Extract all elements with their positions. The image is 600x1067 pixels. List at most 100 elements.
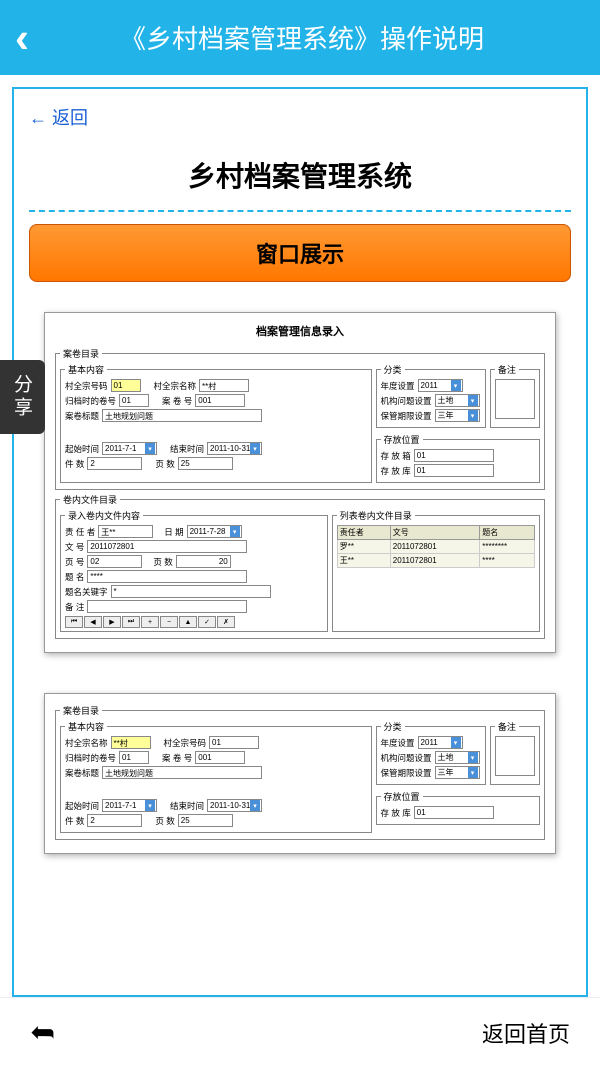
name-input[interactable]: **** — [87, 570, 247, 583]
legend-input-file: 录入卷内文件内容 — [65, 509, 143, 522]
home-link[interactable]: 返回首页 — [482, 1017, 570, 1049]
start-label-2: 起始时间 — [65, 800, 99, 812]
end-date-select[interactable]: 2011-10-31 — [207, 442, 262, 455]
nav-next-icon[interactable]: ▶ — [103, 616, 121, 628]
store-input-2[interactable]: 01 — [414, 806, 494, 819]
form-title: 档案管理信息录入 — [55, 323, 545, 339]
resp-input[interactable]: 王** — [98, 525, 153, 538]
name-label: 题 名 — [65, 571, 84, 583]
term-label: 保管期限设置 — [381, 410, 432, 422]
legend-catalog-2: 案卷目录 — [60, 704, 102, 717]
legend-list: 列表卷内文件目录 — [337, 509, 415, 522]
nav-cancel-icon[interactable]: ✗ — [217, 616, 235, 628]
fieldset-remark: 备注 — [490, 363, 540, 428]
back-link[interactable]: ← 返回 — [29, 104, 571, 130]
fieldset-filelist: 卷内文件目录 录入卷内文件内容 责 任 者王** 日 期 2011-7-28 文 号… — [55, 493, 545, 639]
file-no-input-2[interactable]: 001 — [195, 751, 245, 764]
remark-textarea[interactable] — [495, 379, 535, 419]
count-label: 件 数 — [65, 458, 84, 470]
fieldset-catalog-2: 案卷目录 基本内容 村全宗名称 **村 村全宗号码 01 归档时的卷号 01 案… — [55, 704, 545, 840]
doc-label: 文 号 — [65, 541, 84, 553]
legend-storage-2: 存放位置 — [381, 790, 423, 803]
date-select[interactable]: 2011-7-28 — [187, 525, 242, 538]
file-no-label: 案 卷 号 — [162, 395, 192, 407]
legend-category-2: 分类 — [381, 720, 405, 733]
file-no-label-2: 案 卷 号 — [162, 752, 192, 764]
table-row[interactable]: 王**2011072801**** — [337, 554, 534, 568]
pgcnt-label: 页 数 — [153, 556, 172, 568]
store-input[interactable]: 01 — [414, 464, 494, 477]
start-label: 起始时间 — [65, 443, 99, 455]
pgno-label: 页 号 — [65, 556, 84, 568]
nav-first-icon[interactable]: ⏮ — [65, 616, 83, 628]
start-date-select-2[interactable]: 2011-7-1 — [102, 799, 157, 812]
pages-input[interactable]: 25 — [178, 457, 233, 470]
org-select[interactable]: 土地 — [435, 394, 480, 407]
table-header-row: 责任者文号题名 — [337, 526, 534, 540]
start-date-select[interactable]: 2011-7-1 — [102, 442, 157, 455]
end-date-select-2[interactable]: 2011-10-31 — [207, 799, 262, 812]
date-label: 日 期 — [164, 526, 183, 538]
count-input[interactable]: 2 — [87, 457, 142, 470]
village-code-input[interactable]: 01 — [111, 379, 141, 392]
term-select[interactable]: 三年 — [435, 409, 480, 422]
fieldset-basic: 基本内容 村全宗号码 01 村全宗名称 **村 归档时的卷号 01 案 卷 号 … — [60, 363, 372, 483]
nav-edit-icon[interactable]: ▲ — [179, 616, 197, 628]
reply-icon[interactable]: ➦ — [30, 1015, 55, 1050]
nav-prev-icon[interactable]: ◀ — [84, 616, 102, 628]
village-name-input[interactable]: **村 — [199, 379, 249, 392]
fieldset-storage: 存放位置 存 放 箱01 存 放 库01 — [376, 433, 540, 483]
pgno-input[interactable]: 02 — [87, 555, 142, 568]
archive-no-label-2: 归档时的卷号 — [65, 752, 116, 764]
year-label: 年度设置 — [381, 380, 415, 392]
th-title: 题名 — [480, 526, 535, 540]
org-label-2: 机构问题设置 — [381, 752, 432, 764]
back-chevron-icon[interactable]: ‹ — [15, 14, 29, 62]
legend-catalog: 案卷目录 — [60, 347, 102, 360]
village-code-input-2[interactable]: 01 — [209, 736, 259, 749]
nav-add-icon[interactable]: + — [141, 616, 159, 628]
form-card-2: 案卷目录 基本内容 村全宗名称 **村 村全宗号码 01 归档时的卷号 01 案… — [44, 693, 556, 854]
archive-no-input-2[interactable]: 01 — [119, 751, 149, 764]
resp-label: 责 任 者 — [65, 526, 95, 538]
org-label: 机构问题设置 — [381, 395, 432, 407]
share-tab[interactable]: 分享 — [0, 360, 45, 434]
archive-no-input[interactable]: 01 — [119, 394, 149, 407]
legend-basic: 基本内容 — [65, 363, 107, 376]
village-name-input-2[interactable]: **村 — [111, 736, 151, 749]
legend-remark: 备注 — [495, 363, 519, 376]
village-code-label: 村全宗号码 — [65, 380, 108, 392]
file-list-table: 责任者文号题名 罗**2011072801******** 王**2011072… — [337, 525, 535, 568]
page-title: 乡村档案管理系统 — [29, 155, 571, 195]
count-input-2[interactable]: 2 — [87, 814, 142, 827]
file-title-input[interactable]: 土地规划问题 — [102, 409, 262, 422]
legend-filelist: 卷内文件目录 — [60, 493, 120, 506]
count-label-2: 件 数 — [65, 815, 84, 827]
pages-input-2[interactable]: 25 — [178, 814, 233, 827]
remark-textarea-2[interactable] — [495, 736, 535, 776]
fieldset-list: 列表卷内文件目录 责任者文号题名 罗**2011072801******** 王… — [332, 509, 540, 632]
doc-input[interactable]: 2011072801 — [87, 540, 247, 553]
box-label: 存 放 箱 — [381, 450, 411, 462]
pgcnt-input[interactable]: 20 — [176, 555, 231, 568]
box-input[interactable]: 01 — [414, 449, 494, 462]
org-select-2[interactable]: 土地 — [435, 751, 480, 764]
note-input[interactable] — [87, 600, 247, 613]
nav-remove-icon[interactable]: − — [160, 616, 178, 628]
fieldset-basic-2: 基本内容 村全宗名称 **村 村全宗号码 01 归档时的卷号 01 案 卷 号 … — [60, 720, 372, 833]
nav-save-icon[interactable]: ✓ — [198, 616, 216, 628]
legend-remark-2: 备注 — [495, 720, 519, 733]
kw-input[interactable]: * — [111, 585, 271, 598]
file-no-input[interactable]: 001 — [195, 394, 245, 407]
term-select-2[interactable]: 三年 — [435, 766, 480, 779]
table-row[interactable]: 罗**2011072801******** — [337, 540, 534, 554]
village-name-label: 村全宗名称 — [154, 380, 197, 392]
fieldset-category-2: 分类 年度设置2011 机构问题设置土地 保管期限设置三年 — [376, 720, 486, 785]
nav-last-icon[interactable]: ⏭ — [122, 616, 140, 628]
dashed-divider — [29, 210, 571, 212]
end-label-2: 结束时间 — [170, 800, 204, 812]
window-display-banner: 窗口展示 — [29, 224, 571, 282]
file-title-input-2[interactable]: 土地规划问题 — [102, 766, 262, 779]
year-select[interactable]: 2011 — [418, 379, 463, 392]
year-select-2[interactable]: 2011 — [418, 736, 463, 749]
